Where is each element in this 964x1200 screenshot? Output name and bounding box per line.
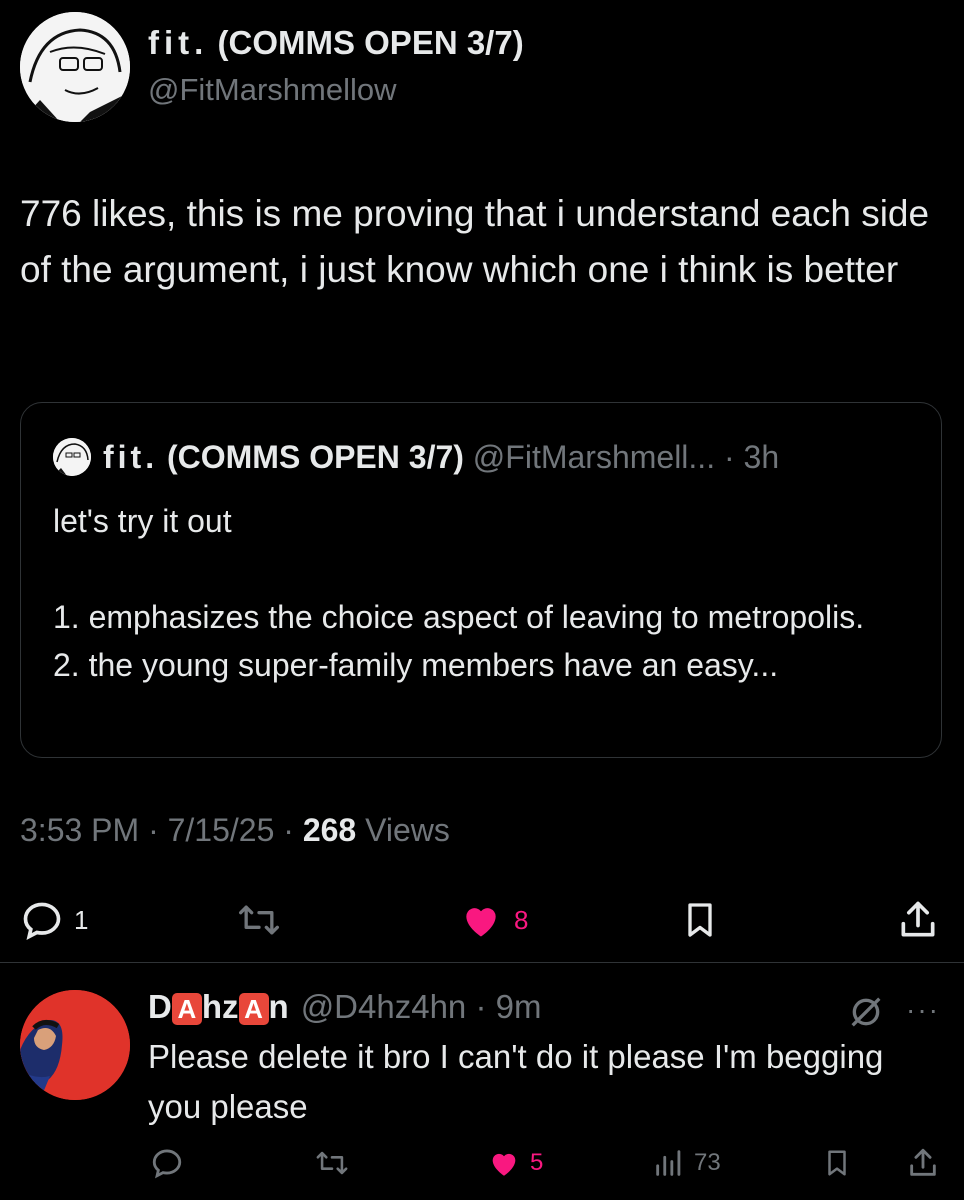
share-icon xyxy=(906,1146,940,1180)
bookmark-icon xyxy=(822,1146,852,1180)
divider xyxy=(0,962,964,963)
reply-handle-time: @D4hz4hn · 9m xyxy=(300,988,542,1025)
reply-text: Please delete it bro I can't do it pleas… xyxy=(148,1038,884,1125)
reply-reply-button[interactable] xyxy=(150,1146,184,1180)
analytics-icon xyxy=(652,1146,686,1180)
quoted-tweet-text: let's try it out 1. emphasizes the choic… xyxy=(53,503,865,683)
like-count: 8 xyxy=(514,904,529,935)
views-label: Views xyxy=(356,812,450,848)
quoted-author-avatar xyxy=(53,438,91,476)
heart-filled-icon xyxy=(486,1146,522,1180)
tweet-meta: 3:53 PM · 7/15/25 · 268 Views xyxy=(20,812,450,849)
retweet-icon xyxy=(236,898,282,942)
tweet-timestamp: 3:53 PM · 7/15/25 · xyxy=(20,812,303,848)
share-icon xyxy=(896,898,940,942)
bookmark-button[interactable] xyxy=(680,898,720,942)
reply-header: D Ahz An @D4hz4hn · 9m xyxy=(148,988,541,1026)
reply-button[interactable]: 1 xyxy=(20,898,88,942)
bookmark-icon xyxy=(680,898,720,942)
author-name[interactable]: fit. (COMMS OPEN 3/7) xyxy=(148,24,524,62)
quoted-header: fit. (COMMS OPEN 3/7) @FitMarshmell... ·… xyxy=(103,439,779,476)
reply-author-name[interactable]: D Ahz An xyxy=(148,988,289,1026)
reply-retweet-button[interactable] xyxy=(314,1146,350,1180)
reply-icon xyxy=(20,898,64,942)
quoted-author-name: fit. (COMMS OPEN 3/7) xyxy=(103,439,464,475)
reply-views-button[interactable]: 73 xyxy=(652,1146,721,1180)
letter-a-badge: A xyxy=(238,993,269,1025)
reply-views-count: 73 xyxy=(694,1149,721,1176)
author-avatar[interactable] xyxy=(20,12,130,122)
author-name-rest: (COMMS OPEN 3/7) xyxy=(208,24,524,61)
like-button[interactable]: 8 xyxy=(458,898,528,942)
letter-a-badge: A xyxy=(171,993,202,1025)
quoted-handle-time: @FitMarshmell... · 3h xyxy=(472,439,780,475)
reply-bookmark-button[interactable] xyxy=(822,1146,852,1180)
reply-icon xyxy=(150,1146,184,1180)
reply-count: 1 xyxy=(74,904,89,935)
quoted-tweet-card[interactable]: fit. (COMMS OPEN 3/7) @FitMarshmell... ·… xyxy=(20,402,942,758)
retweet-icon xyxy=(314,1146,350,1180)
tweet-text: 776 likes, this is me proving that i und… xyxy=(20,193,930,290)
more-options-icon[interactable]: ··· xyxy=(906,994,940,1026)
views-count: 268 xyxy=(302,812,357,848)
reply-author-avatar[interactable] xyxy=(20,990,130,1100)
reply-like-count: 5 xyxy=(530,1149,544,1176)
share-button[interactable] xyxy=(896,898,940,942)
tweet-actions: 1 8 xyxy=(0,880,964,960)
reply-like-button[interactable]: 5 xyxy=(486,1146,543,1180)
grok-icon[interactable] xyxy=(846,992,886,1032)
reply-share-button[interactable] xyxy=(906,1146,940,1180)
heart-filled-icon xyxy=(458,898,504,942)
reply-actions: 5 73 xyxy=(0,1140,964,1190)
retweet-button[interactable] xyxy=(236,898,282,942)
author-name-short: fit. xyxy=(148,24,209,61)
author-handle[interactable]: @FitMarshmellow xyxy=(148,72,397,108)
